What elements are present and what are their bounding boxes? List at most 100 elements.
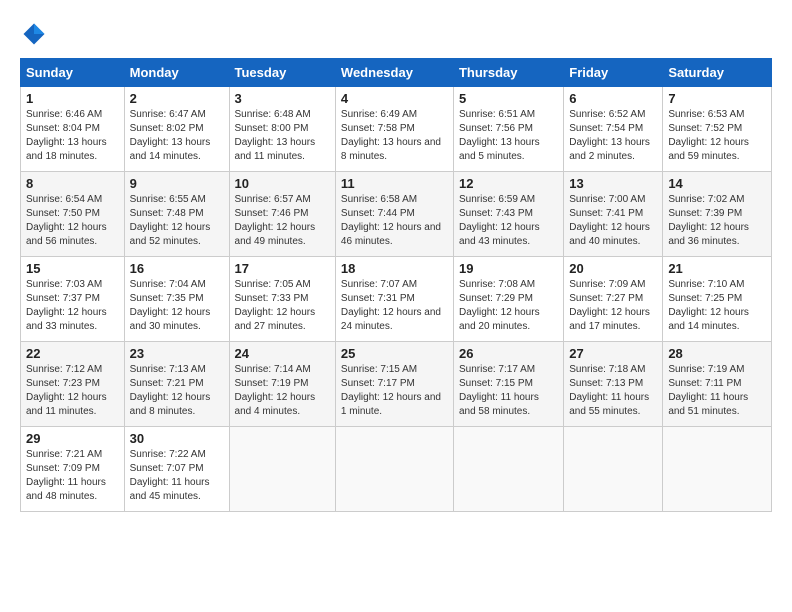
- day-number: 29: [26, 431, 119, 446]
- calendar-week-4: 22 Sunrise: 7:12 AM Sunset: 7:23 PM Dayl…: [21, 342, 772, 427]
- day-number: 26: [459, 346, 558, 361]
- day-detail: Sunrise: 7:12 AM Sunset: 7:23 PM Dayligh…: [26, 363, 119, 419]
- day-number: 5: [459, 91, 558, 106]
- day-detail: Sunrise: 7:10 AM Sunset: 7:25 PM Dayligh…: [668, 278, 766, 334]
- day-number: 9: [130, 176, 224, 191]
- day-number: 2: [130, 91, 224, 106]
- day-detail: Sunrise: 7:17 AM Sunset: 7:15 PM Dayligh…: [459, 363, 558, 419]
- day-detail: Sunrise: 7:18 AM Sunset: 7:13 PM Dayligh…: [569, 363, 657, 419]
- day-number: 7: [668, 91, 766, 106]
- day-detail: Sunrise: 7:03 AM Sunset: 7:37 PM Dayligh…: [26, 278, 119, 334]
- day-number: 23: [130, 346, 224, 361]
- col-header-thursday: Thursday: [453, 59, 563, 87]
- col-header-tuesday: Tuesday: [229, 59, 335, 87]
- day-number: 21: [668, 261, 766, 276]
- calendar-cell: 3 Sunrise: 6:48 AM Sunset: 8:00 PM Dayli…: [229, 87, 335, 172]
- col-header-wednesday: Wednesday: [335, 59, 453, 87]
- calendar-cell: 24 Sunrise: 7:14 AM Sunset: 7:19 PM Dayl…: [229, 342, 335, 427]
- day-detail: Sunrise: 6:59 AM Sunset: 7:43 PM Dayligh…: [459, 193, 558, 249]
- day-detail: Sunrise: 7:02 AM Sunset: 7:39 PM Dayligh…: [668, 193, 766, 249]
- calendar-cell: 28 Sunrise: 7:19 AM Sunset: 7:11 PM Dayl…: [663, 342, 772, 427]
- day-number: 28: [668, 346, 766, 361]
- calendar-cell: 5 Sunrise: 6:51 AM Sunset: 7:56 PM Dayli…: [453, 87, 563, 172]
- calendar-cell: [229, 427, 335, 512]
- day-number: 27: [569, 346, 657, 361]
- calendar-cell: 30 Sunrise: 7:22 AM Sunset: 7:07 PM Dayl…: [124, 427, 229, 512]
- day-detail: Sunrise: 6:49 AM Sunset: 7:58 PM Dayligh…: [341, 108, 448, 164]
- calendar-cell: 29 Sunrise: 7:21 AM Sunset: 7:09 PM Dayl…: [21, 427, 125, 512]
- calendar-week-1: 1 Sunrise: 6:46 AM Sunset: 8:04 PM Dayli…: [21, 87, 772, 172]
- day-detail: Sunrise: 7:14 AM Sunset: 7:19 PM Dayligh…: [235, 363, 330, 419]
- day-detail: Sunrise: 7:22 AM Sunset: 7:07 PM Dayligh…: [130, 448, 224, 504]
- day-number: 6: [569, 91, 657, 106]
- day-number: 10: [235, 176, 330, 191]
- calendar-cell: 13 Sunrise: 7:00 AM Sunset: 7:41 PM Dayl…: [564, 172, 663, 257]
- day-detail: Sunrise: 7:00 AM Sunset: 7:41 PM Dayligh…: [569, 193, 657, 249]
- day-number: 22: [26, 346, 119, 361]
- day-number: 13: [569, 176, 657, 191]
- day-detail: Sunrise: 7:09 AM Sunset: 7:27 PM Dayligh…: [569, 278, 657, 334]
- day-number: 19: [459, 261, 558, 276]
- logo-icon: [20, 20, 48, 48]
- day-detail: Sunrise: 6:52 AM Sunset: 7:54 PM Dayligh…: [569, 108, 657, 164]
- calendar-cell: [564, 427, 663, 512]
- day-detail: Sunrise: 7:15 AM Sunset: 7:17 PM Dayligh…: [341, 363, 448, 419]
- calendar-cell: 2 Sunrise: 6:47 AM Sunset: 8:02 PM Dayli…: [124, 87, 229, 172]
- calendar-cell: 17 Sunrise: 7:05 AM Sunset: 7:33 PM Dayl…: [229, 257, 335, 342]
- calendar-cell: 22 Sunrise: 7:12 AM Sunset: 7:23 PM Dayl…: [21, 342, 125, 427]
- calendar-cell: 12 Sunrise: 6:59 AM Sunset: 7:43 PM Dayl…: [453, 172, 563, 257]
- calendar-cell: 21 Sunrise: 7:10 AM Sunset: 7:25 PM Dayl…: [663, 257, 772, 342]
- day-number: 17: [235, 261, 330, 276]
- day-number: 15: [26, 261, 119, 276]
- col-header-monday: Monday: [124, 59, 229, 87]
- day-number: 16: [130, 261, 224, 276]
- calendar-cell: 26 Sunrise: 7:17 AM Sunset: 7:15 PM Dayl…: [453, 342, 563, 427]
- calendar-cell: [335, 427, 453, 512]
- day-number: 3: [235, 91, 330, 106]
- calendar-cell: 10 Sunrise: 6:57 AM Sunset: 7:46 PM Dayl…: [229, 172, 335, 257]
- calendar-cell: 11 Sunrise: 6:58 AM Sunset: 7:44 PM Dayl…: [335, 172, 453, 257]
- day-detail: Sunrise: 6:54 AM Sunset: 7:50 PM Dayligh…: [26, 193, 119, 249]
- calendar-cell: 23 Sunrise: 7:13 AM Sunset: 7:21 PM Dayl…: [124, 342, 229, 427]
- day-detail: Sunrise: 6:57 AM Sunset: 7:46 PM Dayligh…: [235, 193, 330, 249]
- day-number: 8: [26, 176, 119, 191]
- day-detail: Sunrise: 6:58 AM Sunset: 7:44 PM Dayligh…: [341, 193, 448, 249]
- logo: [20, 20, 52, 48]
- day-detail: Sunrise: 6:46 AM Sunset: 8:04 PM Dayligh…: [26, 108, 119, 164]
- day-detail: Sunrise: 7:05 AM Sunset: 7:33 PM Dayligh…: [235, 278, 330, 334]
- col-header-friday: Friday: [564, 59, 663, 87]
- day-detail: Sunrise: 7:21 AM Sunset: 7:09 PM Dayligh…: [26, 448, 119, 504]
- day-number: 4: [341, 91, 448, 106]
- calendar-cell: 18 Sunrise: 7:07 AM Sunset: 7:31 PM Dayl…: [335, 257, 453, 342]
- day-detail: Sunrise: 6:47 AM Sunset: 8:02 PM Dayligh…: [130, 108, 224, 164]
- calendar-table: SundayMondayTuesdayWednesdayThursdayFrid…: [20, 58, 772, 512]
- day-detail: Sunrise: 6:55 AM Sunset: 7:48 PM Dayligh…: [130, 193, 224, 249]
- day-number: 11: [341, 176, 448, 191]
- day-detail: Sunrise: 6:48 AM Sunset: 8:00 PM Dayligh…: [235, 108, 330, 164]
- calendar-cell: 9 Sunrise: 6:55 AM Sunset: 7:48 PM Dayli…: [124, 172, 229, 257]
- col-header-sunday: Sunday: [21, 59, 125, 87]
- day-number: 25: [341, 346, 448, 361]
- calendar-week-5: 29 Sunrise: 7:21 AM Sunset: 7:09 PM Dayl…: [21, 427, 772, 512]
- calendar-cell: 20 Sunrise: 7:09 AM Sunset: 7:27 PM Dayl…: [564, 257, 663, 342]
- calendar-cell: 7 Sunrise: 6:53 AM Sunset: 7:52 PM Dayli…: [663, 87, 772, 172]
- day-detail: Sunrise: 6:53 AM Sunset: 7:52 PM Dayligh…: [668, 108, 766, 164]
- calendar-week-2: 8 Sunrise: 6:54 AM Sunset: 7:50 PM Dayli…: [21, 172, 772, 257]
- day-detail: Sunrise: 7:19 AM Sunset: 7:11 PM Dayligh…: [668, 363, 766, 419]
- calendar-week-3: 15 Sunrise: 7:03 AM Sunset: 7:37 PM Dayl…: [21, 257, 772, 342]
- day-number: 20: [569, 261, 657, 276]
- calendar-cell: [663, 427, 772, 512]
- day-detail: Sunrise: 7:08 AM Sunset: 7:29 PM Dayligh…: [459, 278, 558, 334]
- calendar-cell: 4 Sunrise: 6:49 AM Sunset: 7:58 PM Dayli…: [335, 87, 453, 172]
- day-detail: Sunrise: 6:51 AM Sunset: 7:56 PM Dayligh…: [459, 108, 558, 164]
- day-detail: Sunrise: 7:07 AM Sunset: 7:31 PM Dayligh…: [341, 278, 448, 334]
- calendar-cell: 19 Sunrise: 7:08 AM Sunset: 7:29 PM Dayl…: [453, 257, 563, 342]
- calendar-cell: 27 Sunrise: 7:18 AM Sunset: 7:13 PM Dayl…: [564, 342, 663, 427]
- page-header: [20, 20, 772, 48]
- day-detail: Sunrise: 7:04 AM Sunset: 7:35 PM Dayligh…: [130, 278, 224, 334]
- calendar-cell: 25 Sunrise: 7:15 AM Sunset: 7:17 PM Dayl…: [335, 342, 453, 427]
- day-detail: Sunrise: 7:13 AM Sunset: 7:21 PM Dayligh…: [130, 363, 224, 419]
- col-header-saturday: Saturday: [663, 59, 772, 87]
- day-number: 1: [26, 91, 119, 106]
- calendar-cell: 8 Sunrise: 6:54 AM Sunset: 7:50 PM Dayli…: [21, 172, 125, 257]
